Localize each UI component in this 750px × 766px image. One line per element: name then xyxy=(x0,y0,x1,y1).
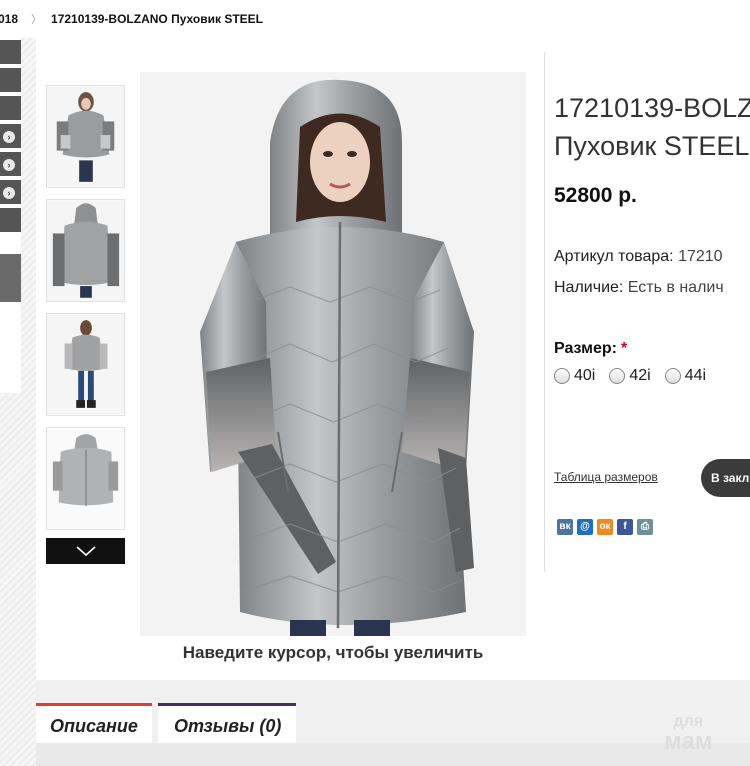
size-option-label: 40i xyxy=(574,367,596,384)
size-label: Размер: * xyxy=(554,340,627,358)
product-title-line2: Пуховик STEEL xyxy=(554,131,750,161)
thumbnail-back[interactable] xyxy=(46,199,125,302)
mail-icon[interactable]: @ xyxy=(577,519,593,535)
availability-value: Есть в налич xyxy=(627,279,724,296)
add-to-cart-button[interactable]: В закл xyxy=(701,459,750,497)
rail-tab[interactable]: › xyxy=(0,180,21,206)
required-mark: * xyxy=(620,340,628,357)
size-option-44[interactable]: 44i xyxy=(664,367,707,385)
jacket-thumbnail-image xyxy=(47,86,124,187)
chevron-down-icon xyxy=(75,546,96,557)
social-share: вк @ ок f ⎙ xyxy=(557,519,653,535)
size-option-label: 44i xyxy=(684,367,707,384)
article-value: 17210 xyxy=(678,248,723,265)
radio-button[interactable] xyxy=(554,368,570,384)
breadcrumb-separator-icon: 〉 xyxy=(31,14,43,26)
radio-button[interactable] xyxy=(664,368,681,384)
jacket-thumbnail-image xyxy=(47,428,124,529)
ok-icon[interactable]: ок xyxy=(597,519,613,535)
jacket-thumbnail-image xyxy=(47,200,124,301)
watermark-logo: для мам xyxy=(664,712,713,755)
left-rail: › › › xyxy=(0,38,21,393)
size-option-label: 42i xyxy=(629,367,651,384)
breadcrumb-current: 17210139-BOLZANO Пуховик STEEL xyxy=(51,12,263,26)
jacket-thumbnail-image xyxy=(47,314,124,415)
print-icon[interactable]: ⎙ xyxy=(637,519,653,535)
size-options: 40i 42i 44i xyxy=(554,367,706,385)
tab-content-strip xyxy=(36,743,750,766)
vertical-divider xyxy=(544,52,545,572)
rail-tab[interactable]: › xyxy=(0,152,21,178)
tab-reviews[interactable]: Отзывы (0) xyxy=(158,703,296,743)
thumbnails-next-button[interactable] xyxy=(46,538,125,564)
rail-tab[interactable] xyxy=(0,278,21,304)
size-option-42[interactable]: 42i xyxy=(609,367,651,385)
rail-tab[interactable]: › xyxy=(0,124,21,150)
breadcrumb: 018 〉 17210139-BOLZANO Пуховик STEEL xyxy=(0,0,750,38)
vk-icon[interactable]: вк xyxy=(557,519,573,535)
rail-tab[interactable] xyxy=(0,96,21,122)
article-label: Артикул товара: xyxy=(554,248,674,265)
zoom-hint: Наведите курсор, чтобы увеличить xyxy=(182,643,484,662)
product-title-line1: 17210139-BOLZ xyxy=(554,93,750,123)
watermark-line2: мам xyxy=(664,728,713,755)
tab-description[interactable]: Описание xyxy=(36,703,152,743)
thumbnail-flat[interactable] xyxy=(46,427,125,530)
product-price: 52800 р. xyxy=(554,184,637,207)
product-main-image[interactable] xyxy=(140,72,526,636)
thumbnail-front[interactable] xyxy=(46,85,125,188)
arrow-right-icon: › xyxy=(3,187,15,199)
rail-tab[interactable] xyxy=(0,254,21,280)
arrow-right-icon: › xyxy=(3,131,15,143)
rail-tab[interactable] xyxy=(0,68,21,94)
rail-tab[interactable] xyxy=(0,208,21,234)
product-title: 17210139-BOLZ Пуховик STEEL xyxy=(554,89,750,165)
arrow-right-icon: › xyxy=(3,159,15,171)
rail-tab[interactable] xyxy=(0,40,21,66)
article-row: Артикул товара: 17210 xyxy=(554,248,723,266)
availability-label: Наличие: xyxy=(554,279,624,296)
size-label-text: Размер: xyxy=(554,340,617,357)
radio-button[interactable] xyxy=(609,368,626,384)
size-option-40[interactable]: 40i xyxy=(554,367,595,385)
breadcrumb-prev[interactable]: 018 xyxy=(0,12,18,26)
jacket-photo xyxy=(140,72,526,636)
availability-row: Наличие: Есть в налич xyxy=(554,279,724,297)
facebook-icon[interactable]: f xyxy=(617,519,633,535)
size-table-link[interactable]: Таблица размеров xyxy=(554,470,658,484)
thumbnail-full[interactable] xyxy=(46,313,125,416)
